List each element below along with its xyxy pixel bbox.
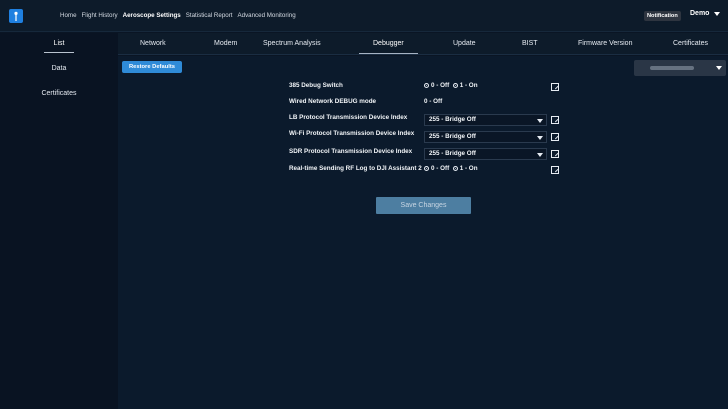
radio-on-label: 1 - On — [459, 165, 478, 172]
radio-off[interactable] — [424, 82, 429, 88]
radio-off[interactable] — [424, 165, 429, 171]
nav-home[interactable]: Home — [60, 12, 77, 19]
radio-group: 0 - Off 1 - On — [424, 82, 478, 89]
active-tab-underline — [359, 53, 418, 54]
settings-tabs — [118, 33, 728, 55]
tab-label: Debugger — [373, 40, 404, 47]
notification-button[interactable]: Notification — [644, 11, 681, 21]
user-name: Demo — [690, 10, 710, 17]
setting-label: SDR Protocol Transmission Device Index — [289, 148, 413, 155]
wifi-device-index-select[interactable]: 255 - Bridge Off — [424, 131, 547, 143]
radio-on[interactable] — [452, 82, 458, 88]
top-navigation-bar: Home Flight History Aeroscope Settings S… — [0, 0, 728, 32]
select-value: 255 - Bridge Off — [429, 116, 476, 123]
app-logo-icon[interactable] — [9, 8, 23, 23]
setting-label: Wired Network DEBUG mode — [289, 98, 377, 105]
sidebar-item-label: Certificates — [41, 90, 77, 97]
radio-off-label: 0 - Off — [431, 165, 450, 172]
sidebar-item-certificates[interactable]: Certificates — [0, 90, 118, 97]
user-menu[interactable]: Demo — [690, 10, 721, 17]
setting-value: 0 - Off — [424, 98, 443, 105]
select-value: 255 - Bridge Off — [429, 150, 476, 157]
tab-certificates[interactable]: Certificates — [673, 40, 708, 47]
chevron-down-icon — [537, 119, 543, 123]
radio-on-label: 1 - On — [459, 82, 478, 89]
nav-aeroscope-settings[interactable]: Aeroscope Settings — [123, 12, 181, 19]
tab-update[interactable]: Update — [453, 40, 476, 47]
restore-defaults-button[interactable]: Restore Defaults — [122, 61, 182, 73]
nav-advanced-monitoring[interactable]: Advanced Monitoring — [238, 12, 296, 19]
radio-group: 0 - Off 1 - On — [424, 165, 478, 172]
edit-icon[interactable] — [551, 166, 559, 174]
tab-network[interactable]: Network — [140, 40, 166, 47]
device-id-blurred — [650, 66, 694, 70]
sidebar-item-list[interactable]: List — [0, 40, 118, 53]
radio-off-label: 0 - Off — [431, 82, 450, 89]
lb-device-index-select[interactable]: 255 - Bridge Off — [424, 114, 547, 126]
edit-icon[interactable] — [551, 150, 559, 158]
chevron-down-icon — [714, 11, 721, 16]
sidebar-item-label: Data — [51, 65, 67, 72]
tab-bist[interactable]: BIST — [522, 40, 538, 47]
sidebar-item-label: List — [53, 40, 65, 47]
tab-firmware-version[interactable]: Firmware Version — [578, 40, 632, 47]
chevron-down-icon — [716, 66, 722, 70]
sdr-device-index-select[interactable]: 255 - Bridge Off — [424, 148, 547, 160]
edit-icon[interactable] — [551, 116, 559, 124]
active-underline — [44, 52, 74, 53]
tab-debugger[interactable]: Debugger — [359, 40, 418, 54]
sidebar-item-data[interactable]: Data — [0, 65, 118, 72]
tab-spectrum-analysis[interactable]: Spectrum Analysis — [263, 40, 321, 47]
edit-icon[interactable] — [551, 133, 559, 141]
radio-on[interactable] — [452, 165, 458, 171]
nav-statistical-report[interactable]: Statistical Report — [186, 12, 233, 19]
device-select[interactable] — [634, 60, 726, 76]
chevron-down-icon — [537, 153, 543, 157]
chevron-down-icon — [537, 136, 543, 140]
edit-icon[interactable] — [551, 83, 559, 91]
setting-label: 385 Debug Switch — [289, 82, 343, 89]
main-nav: Home Flight History Aeroscope Settings S… — [60, 12, 296, 19]
setting-label: LB Protocol Transmission Device Index — [289, 114, 408, 121]
select-value: 255 - Bridge Off — [429, 133, 476, 140]
setting-label: Wi-Fi Protocol Transmission Device Index — [289, 130, 415, 137]
save-changes-button[interactable]: Save Changes — [376, 197, 471, 214]
tab-modem[interactable]: Modem — [214, 40, 237, 47]
setting-label: Real-time Sending RF Log to DJI Assistan… — [289, 165, 422, 172]
nav-flight-history[interactable]: Flight History — [82, 12, 118, 19]
